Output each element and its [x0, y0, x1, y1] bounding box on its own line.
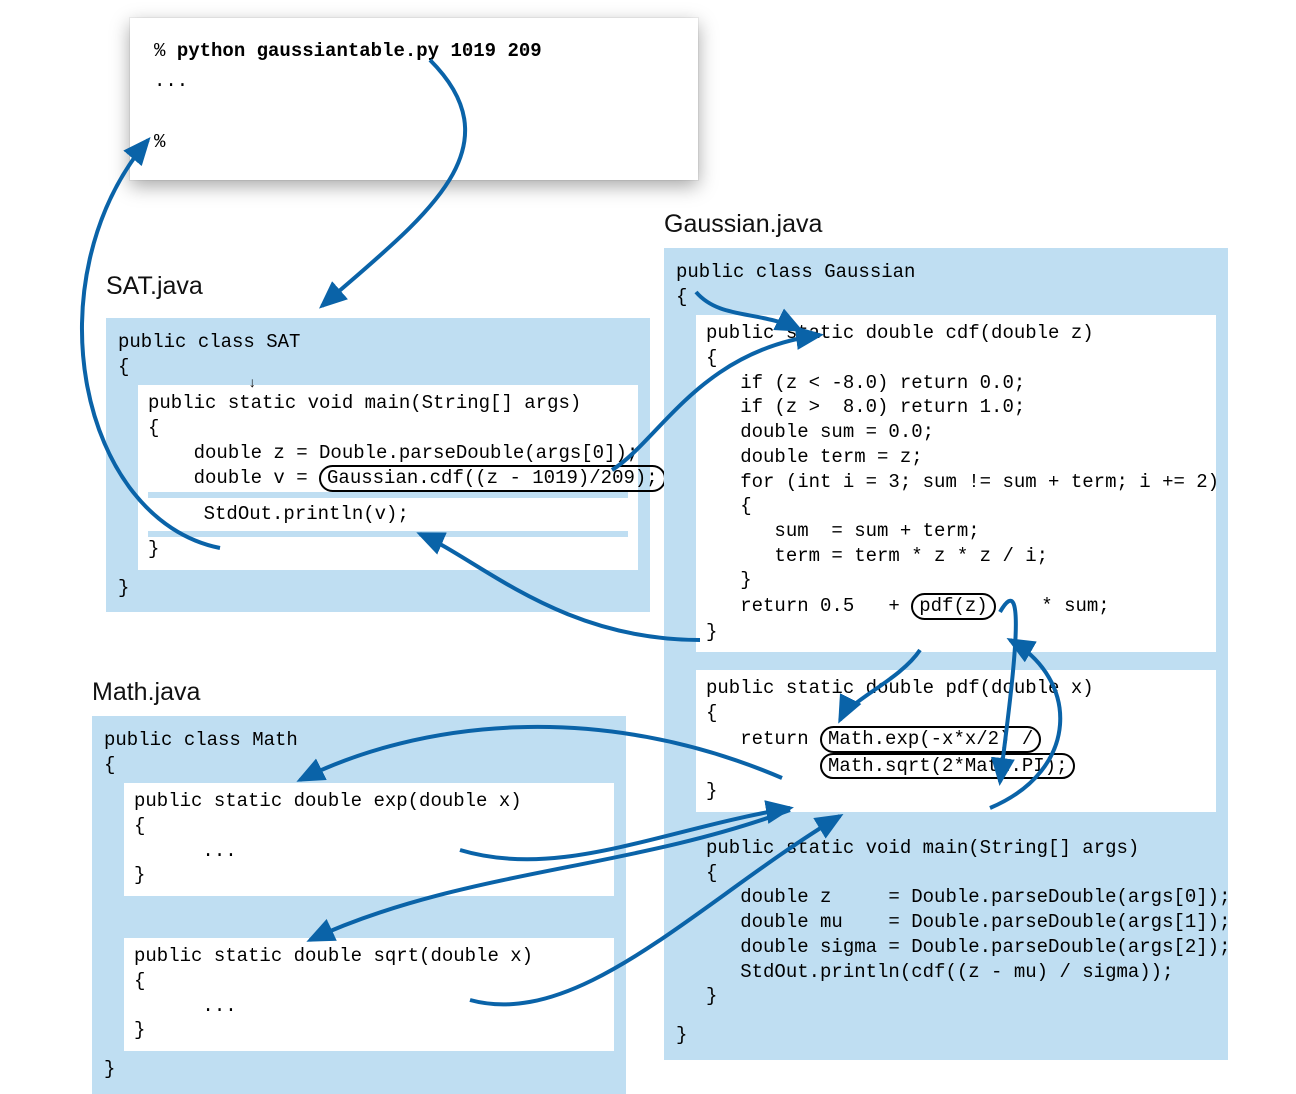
gaussian-cdf-body: if (z < -8.0) return 0.0; if (z > 8.0) r…	[706, 371, 1206, 593]
gaussian-main-sig: public static void main(String[] args) {…	[706, 836, 1206, 1009]
sat-class-header: public class SAT {	[118, 330, 638, 379]
terminal-command: python gaussiantable.py 1019 209	[177, 40, 542, 62]
gaussian-pdf-close: }	[706, 779, 1206, 804]
math-exp-sig: public static double exp(double x) { ...…	[134, 789, 604, 888]
math-exp-method: public static double exp(double x) { ...…	[124, 783, 614, 896]
terminal-box: % python gaussiantable.py 1019 209 ... %	[130, 18, 698, 180]
sat-code-box: public class SAT { ↓ public static void …	[106, 318, 650, 612]
gaussian-file-label: Gaussian.java	[664, 210, 822, 239]
sat-close-outer: }	[118, 576, 638, 601]
gaussian-cdf-close: }	[706, 620, 1206, 645]
sat-file-label: SAT.java	[106, 272, 203, 301]
diagram-canvas: % python gaussiantable.py 1019 209 ... %…	[0, 0, 1296, 1078]
gaussian-class-header: public class Gaussian {	[676, 260, 1216, 309]
prompt: %	[154, 40, 177, 62]
gaussian-mathsqrt-call: Math.sqrt(2*Math.PI);	[820, 753, 1075, 780]
gaussian-pdf-method: public static double pdf(double x) { ret…	[696, 670, 1216, 812]
terminal-prompt2: %	[154, 131, 165, 153]
down-arrow-icon: ↓	[248, 375, 256, 393]
sat-gaussian-call: Gaussian.cdf((z - 1019)/209);	[319, 465, 666, 492]
sat-stdout-line: StdOut.println(v);	[148, 498, 628, 531]
gaussian-main-method: public static void main(String[] args) {…	[696, 830, 1216, 1017]
gaussian-pdf-sig: public static double pdf(double x) {	[706, 676, 1206, 725]
math-sqrt-method: public static double sqrt(double x) { ..…	[124, 938, 614, 1051]
sat-main-method: ↓ public static void main(String[] args)…	[138, 385, 638, 569]
sat-line-v-pre: double v =	[148, 466, 319, 491]
sat-main-sig: public static void main(String[] args) {	[148, 391, 628, 440]
gaussian-pdf-ret-pre: return	[706, 727, 820, 752]
sat-close-inner: }	[148, 537, 628, 562]
math-class-header: public class Math {	[104, 728, 614, 777]
gaussian-pdf-call: pdf(z)	[911, 593, 995, 620]
gaussian-cdf-method: public static double cdf(double z) { if …	[696, 315, 1216, 652]
terminal-ellipsis: ...	[154, 70, 188, 92]
math-code-box: public class Math { public static double…	[92, 716, 626, 1094]
gaussian-cdf-ret-pre: return 0.5 +	[706, 594, 911, 619]
math-file-label: Math.java	[92, 678, 200, 707]
sat-stdout-block: StdOut.println(v);	[148, 492, 628, 537]
gaussian-mathexp-call: Math.exp(-x*x/2) /	[820, 726, 1041, 753]
gaussian-cdf-ret-post: * sum;	[996, 594, 1110, 619]
math-sqrt-sig: public static double sqrt(double x) { ..…	[134, 944, 604, 1043]
gaussian-cdf-sig: public static double cdf(double z) {	[706, 321, 1206, 370]
sat-line-z: double z = Double.parseDouble(args[0]);	[148, 441, 628, 466]
gaussian-close: }	[676, 1023, 1216, 1048]
gaussian-code-box: public class Gaussian { public static do…	[664, 248, 1228, 1060]
